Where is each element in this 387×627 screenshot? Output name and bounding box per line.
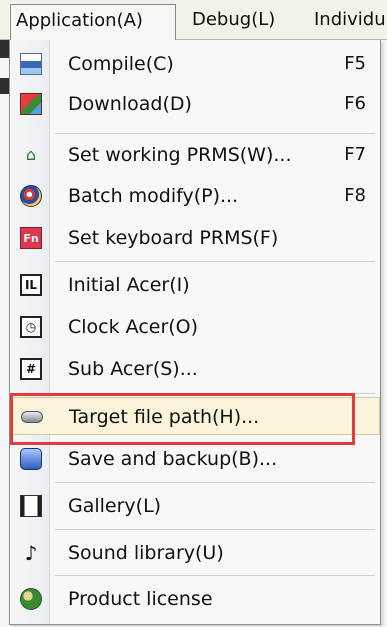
- menu-separator: [55, 529, 375, 530]
- menu-item-label: Sub Acer(S)...: [68, 358, 198, 380]
- menu-item-sub-acer[interactable]: # Sub Acer(S)...: [10, 350, 380, 388]
- menu-item-label: Gallery(L): [68, 495, 162, 517]
- sound-library-icon: ♪: [24, 541, 38, 565]
- batch-modify-icon: [20, 185, 42, 207]
- menu-debug[interactable]: Debug(L): [192, 4, 275, 36]
- menu-item-set-keyboard-prms[interactable]: Fn Set keyboard PRMS(F): [10, 219, 380, 257]
- product-license-icon: [20, 588, 42, 610]
- menu-item-label: Product license: [68, 588, 213, 610]
- menu-item-label: Download(D): [68, 93, 192, 115]
- menu-item-label: Target file path(H)...: [69, 406, 260, 428]
- download-icon: [20, 93, 42, 115]
- shortcut-f5: F5: [344, 53, 366, 74]
- house-icon: ⌂: [25, 145, 37, 164]
- menu-individual[interactable]: Individu: [314, 4, 386, 36]
- background-window-edge-right: [381, 40, 387, 627]
- menu-item-sound-library[interactable]: ♪ Sound library(U): [10, 534, 380, 572]
- menu-item-initial-acer[interactable]: IL Initial Acer(I): [10, 266, 380, 304]
- background-window-edge: [0, 40, 9, 627]
- menu-item-save-and-backup[interactable]: Save and backup(B)...: [10, 440, 380, 478]
- menu-item-gallery[interactable]: Gallery(L): [10, 487, 380, 525]
- menu-application[interactable]: Application(A): [10, 4, 176, 40]
- menu-item-label: Compile(C): [68, 53, 174, 75]
- menu-item-set-working-prms[interactable]: ⌂ Set working PRMS(W)... F7: [10, 136, 380, 174]
- menu-item-label: Batch modify(P)...: [68, 185, 239, 207]
- keyboard-icon: Fn: [20, 227, 42, 249]
- save-backup-icon: [20, 448, 42, 470]
- shortcut-f8: F8: [344, 185, 366, 206]
- application-dropdown-menu: Compile(C) F5 Download(D) F6 ⌂ Set worki…: [9, 40, 381, 625]
- initial-acer-icon: IL: [20, 274, 42, 296]
- menu-separator: [55, 482, 375, 483]
- menu-separator: [55, 393, 375, 394]
- menu-bar: Application(A) Debug(L) Individu: [0, 0, 387, 40]
- gallery-icon: [20, 495, 42, 517]
- sub-acer-icon: #: [20, 358, 42, 380]
- compile-icon: [20, 53, 42, 75]
- menu-item-target-file-path[interactable]: Target file path(H)...: [10, 397, 380, 435]
- menu-separator: [55, 133, 375, 134]
- menu-item-download[interactable]: Download(D) F6: [10, 85, 380, 123]
- shortcut-f6: F6: [344, 93, 366, 114]
- shortcut-f7: F7: [344, 144, 366, 165]
- menu-item-label: Clock Acer(O): [68, 316, 199, 338]
- menu-item-label: Sound library(U): [68, 542, 224, 564]
- menu-item-label: Initial Acer(I): [68, 274, 190, 296]
- menu-item-product-license[interactable]: Product license: [10, 580, 380, 618]
- menu-separator: [55, 261, 375, 262]
- clock-acer-icon: ◷: [20, 316, 42, 338]
- menu-item-compile[interactable]: Compile(C) F5: [10, 45, 380, 83]
- menu-item-label: Set keyboard PRMS(F): [68, 227, 279, 249]
- menu-item-batch-modify[interactable]: Batch modify(P)... F8: [10, 177, 380, 215]
- menu-item-clock-acer[interactable]: ◷ Clock Acer(O): [10, 308, 380, 346]
- menu-item-label: Set working PRMS(W)...: [68, 144, 292, 166]
- menu-item-label: Save and backup(B)...: [68, 448, 278, 470]
- target-file-path-icon: [21, 411, 43, 423]
- menu-separator: [55, 575, 375, 576]
